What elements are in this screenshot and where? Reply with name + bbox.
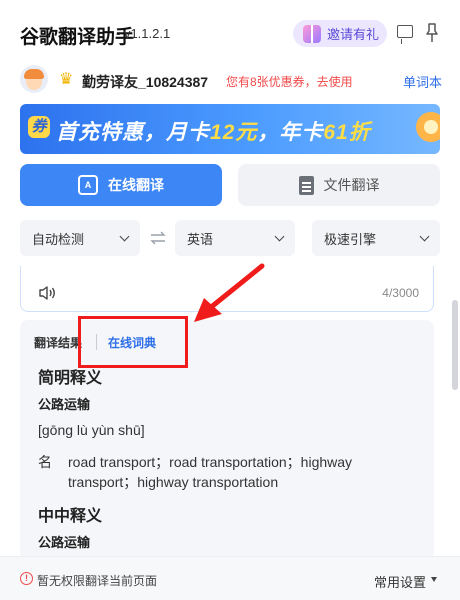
warning-icon: ! <box>20 572 33 585</box>
definitions: road transport；road transportation；highw… <box>68 454 353 490</box>
common-settings-button[interactable]: 常用设置 <box>374 572 426 591</box>
chevron-down-icon <box>274 231 285 242</box>
annotation-arrow-icon <box>194 263 265 322</box>
source-language-select[interactable]: 自动检测 <box>20 220 140 256</box>
pin-icon[interactable] <box>424 23 440 43</box>
user-bar: ♛ 勤劳译友_10824387 您有8张优惠券，去使用 单词本 <box>0 62 460 98</box>
chevron-down-icon <box>119 231 130 242</box>
username: 勤劳译友_10824387 <box>82 74 209 90</box>
swap-icon[interactable] <box>150 230 166 246</box>
crown-icon: ♛ <box>59 71 74 88</box>
app-version: - v1.1.2.1 <box>116 26 171 41</box>
translate-icon: A <box>78 175 98 195</box>
gift-icon <box>303 24 321 43</box>
chevron-down-icon <box>419 231 430 242</box>
invite-button[interactable]: 邀请有礼 <box>293 20 387 47</box>
part-of-speech: 名 <box>38 454 52 470</box>
coin-icon <box>416 112 440 142</box>
dictionary-term-2: 公路运输 <box>38 535 91 550</box>
message-icon[interactable] <box>397 25 413 44</box>
title-bar: 谷歌翻译助手 - v1.1.2.1 邀请有礼 <box>0 0 460 62</box>
engine-select[interactable]: 极速引擎 <box>312 220 440 256</box>
scrollbar[interactable] <box>452 300 458 390</box>
mode-tabs: A 在线翻译 文件翻译 <box>20 164 440 206</box>
language-selectors: 自动检测 英语 极速引擎 <box>20 220 440 256</box>
avatar[interactable] <box>20 65 48 93</box>
tab-online-translate-label: 在线翻译 <box>108 177 164 193</box>
document-icon <box>298 175 314 195</box>
tab-translation-result[interactable]: 翻译结果 <box>34 334 82 351</box>
tab-file-translate-label: 文件翻译 <box>323 177 380 193</box>
caret-down-icon[interactable] <box>431 577 437 582</box>
phonetic: [gōng lù yùn shū] <box>38 422 145 438</box>
tab-online-translate[interactable]: A 在线翻译 <box>20 164 222 206</box>
annotation-highlight-box <box>78 316 188 368</box>
coupon-link[interactable]: 您有8张优惠券，去使用 <box>226 73 353 90</box>
target-language-select[interactable]: 英语 <box>175 220 295 256</box>
speaker-icon[interactable] <box>39 286 57 300</box>
tab-file-translate[interactable]: 文件翻译 <box>238 164 440 206</box>
permission-status: 暂无权限翻译当前页面 <box>37 574 158 588</box>
invite-label: 邀请有礼 <box>327 27 380 42</box>
banner-text: 首充特惠，月卡12元，年卡61折 <box>56 121 371 144</box>
footer-bar: ! 暂无权限翻译当前页面 常用设置 <box>0 556 460 600</box>
promo-banner[interactable]: 券 首充特惠，月卡12元，年卡61折 <box>20 104 440 154</box>
dictionary-term: 公路运输 <box>38 397 91 412</box>
char-count: 4/3000 <box>382 286 419 300</box>
section-title-chinese: 中中释义 <box>38 508 103 525</box>
wordbook-link[interactable]: 单词本 <box>403 72 442 91</box>
coupon-badge-icon: 券 <box>28 116 50 138</box>
